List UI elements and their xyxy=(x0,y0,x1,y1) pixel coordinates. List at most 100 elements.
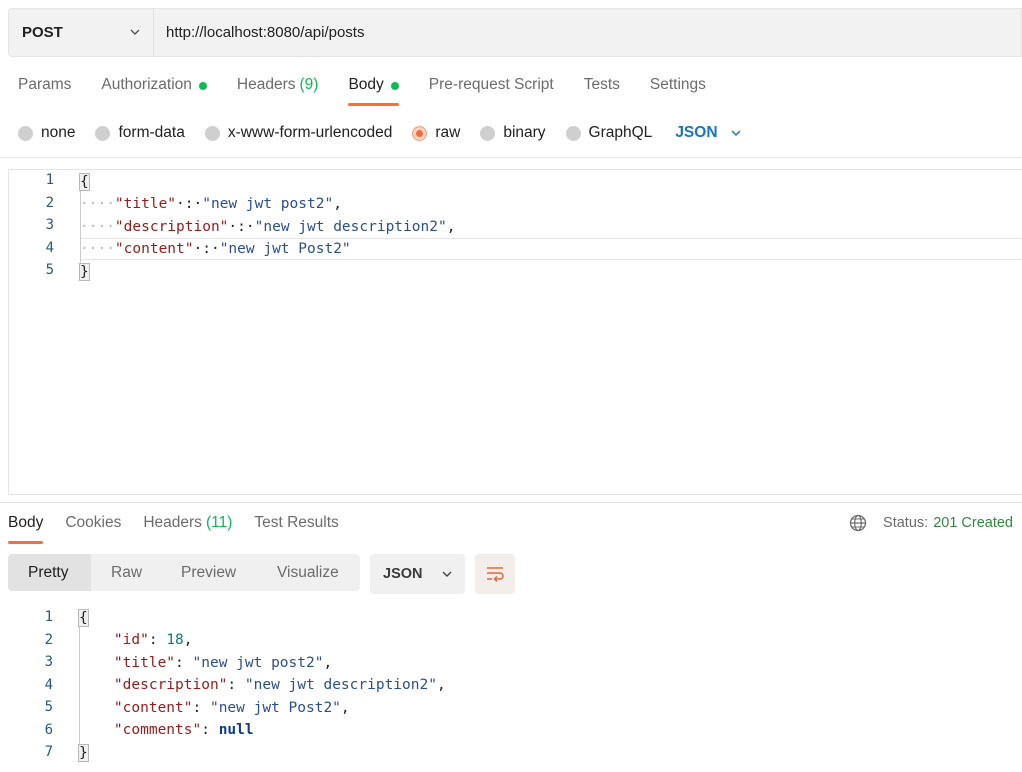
divider xyxy=(0,157,1022,158)
mode-urlencoded[interactable]: x-www-form-urlencoded xyxy=(204,124,393,142)
language-label: JSON xyxy=(675,124,718,141)
status-dot xyxy=(390,82,399,90)
method-label: POST xyxy=(22,24,63,41)
view-raw[interactable]: Raw xyxy=(91,554,161,591)
tab-headers[interactable]: Headers (9) xyxy=(237,76,319,106)
tab-label: Params xyxy=(18,76,72,93)
json-value: "new jwt Post2" xyxy=(209,700,341,716)
tab-label: Authorization xyxy=(101,76,192,93)
code-line: ···· "description" ·:· "new jwt description… xyxy=(80,219,456,235)
radio-button-selected[interactable] xyxy=(412,125,428,141)
code-line: { xyxy=(79,171,90,193)
view-visualize[interactable]: Visualize xyxy=(257,554,357,591)
tab-response-headers[interactable]: Headers (11) xyxy=(143,514,232,544)
code-line: ···· "content" ·:· "new jwt Post2" xyxy=(80,241,351,257)
chevron-down-icon xyxy=(731,130,741,137)
tab-settings[interactable]: Settings xyxy=(650,76,706,106)
code-line: } xyxy=(79,261,90,283)
mode-label: none xyxy=(41,124,76,141)
url-bar: POST http://localhost:8080/api/posts xyxy=(8,8,1022,57)
response-status: Status: 201 Created xyxy=(849,514,1013,532)
tab-label: Headers xyxy=(143,514,202,531)
view-label: Raw xyxy=(111,563,143,581)
mode-none[interactable]: none xyxy=(18,124,75,142)
view-preview[interactable]: Preview xyxy=(161,554,257,591)
line-number: 6 xyxy=(44,722,53,738)
tab-label: Test Results xyxy=(254,514,339,531)
line-number: 1 xyxy=(44,609,53,625)
line-number: 4 xyxy=(45,240,54,256)
code-line: "id": 18, xyxy=(113,632,193,648)
code-line: "title": "new jwt post2", xyxy=(113,655,333,671)
mode-binary[interactable]: binary xyxy=(480,124,546,142)
json-value: "new jwt post2" xyxy=(202,196,334,212)
method-select[interactable]: POST xyxy=(8,8,153,57)
tab-label: Body xyxy=(348,76,384,93)
view-label: Visualize xyxy=(277,563,339,581)
tab-cookies[interactable]: Cookies xyxy=(65,514,121,544)
json-value: "new jwt description2" xyxy=(244,677,437,693)
line-number: 1 xyxy=(45,172,54,188)
radio-button[interactable] xyxy=(204,125,220,141)
mode-form-data[interactable]: form-data xyxy=(95,124,185,142)
format-label: JSON xyxy=(383,566,423,582)
language-select[interactable]: JSON xyxy=(675,124,741,142)
radio-button[interactable] xyxy=(95,125,111,141)
mode-label: binary xyxy=(503,124,546,141)
wrap-lines-button[interactable] xyxy=(475,554,515,594)
json-key: "id" xyxy=(113,632,149,648)
code-line: } xyxy=(78,742,89,764)
json-key: "comments" xyxy=(113,722,202,738)
response-body-viewer[interactable]: 1 { 2 "id": 18, 3 "title": "new jwt post… xyxy=(8,604,1022,772)
line-number: 7 xyxy=(44,744,53,760)
json-value: 18 xyxy=(166,632,184,648)
json-value: null xyxy=(218,722,254,738)
tab-test-results[interactable]: Test Results xyxy=(254,514,338,544)
radio-button[interactable] xyxy=(18,125,33,141)
tab-pre-request-script[interactable]: Pre-request Script xyxy=(429,76,554,106)
json-key: "content" xyxy=(113,700,193,716)
mode-label: raw xyxy=(435,124,461,141)
json-value: "new jwt description2" xyxy=(254,219,447,235)
wrap-lines-icon xyxy=(487,567,504,583)
tab-count: (11) xyxy=(205,514,233,531)
close-brace: } xyxy=(79,263,90,281)
tab-params[interactable]: Params xyxy=(18,76,71,106)
line-number: 3 xyxy=(44,654,53,670)
json-key: "description" xyxy=(113,677,228,693)
url-input[interactable]: http://localhost:8080/api/posts xyxy=(153,8,1022,57)
tab-label: Settings xyxy=(649,76,706,93)
body-mode-selector: none form-data x-www-form-urlencoded raw… xyxy=(18,122,742,144)
code-line: "comments": null xyxy=(113,722,254,738)
code-line: "description": "new jwt description2", xyxy=(113,677,446,693)
tab-label: Cookies xyxy=(65,514,122,531)
tab-tests[interactable]: Tests xyxy=(584,76,620,106)
tab-label: Headers xyxy=(236,76,296,93)
mode-graphql[interactable]: GraphQL xyxy=(565,124,652,142)
json-key: "title" xyxy=(113,655,176,671)
view-label: Preview xyxy=(181,563,237,581)
tab-body[interactable]: Body xyxy=(348,76,400,106)
code-line: ···· "title" ·:· "new jwt post2", xyxy=(80,196,342,212)
response-format-select[interactable]: JSON xyxy=(370,554,465,594)
view-label: Pretty xyxy=(28,563,69,581)
divider xyxy=(0,502,1022,503)
globe-icon[interactable] xyxy=(849,514,867,532)
view-pretty[interactable]: Pretty xyxy=(8,554,91,591)
radio-button[interactable] xyxy=(565,125,581,141)
mode-label: form-data xyxy=(118,124,185,141)
response-view-toggle: Pretty Raw Preview Visualize xyxy=(8,554,360,591)
url-text: http://localhost:8080/api/posts xyxy=(166,24,365,41)
close-brace: } xyxy=(78,744,89,762)
mode-label: x-www-form-urlencoded xyxy=(227,124,393,141)
tab-authorization[interactable]: Authorization xyxy=(101,76,207,106)
mode-raw[interactable]: raw xyxy=(412,124,460,142)
json-value: "new jwt post2" xyxy=(192,655,324,671)
json-key: "content" xyxy=(114,241,194,257)
request-body-editor[interactable]: 1 { 2 ···· "title" ·:· "new jwt post2", 3 ·… xyxy=(8,169,1022,495)
radio-button[interactable] xyxy=(480,125,496,141)
line-number: 3 xyxy=(45,217,54,233)
json-value: "new jwt Post2" xyxy=(219,241,351,257)
tab-response-body[interactable]: Body xyxy=(8,514,44,544)
line-number: 2 xyxy=(45,195,54,211)
